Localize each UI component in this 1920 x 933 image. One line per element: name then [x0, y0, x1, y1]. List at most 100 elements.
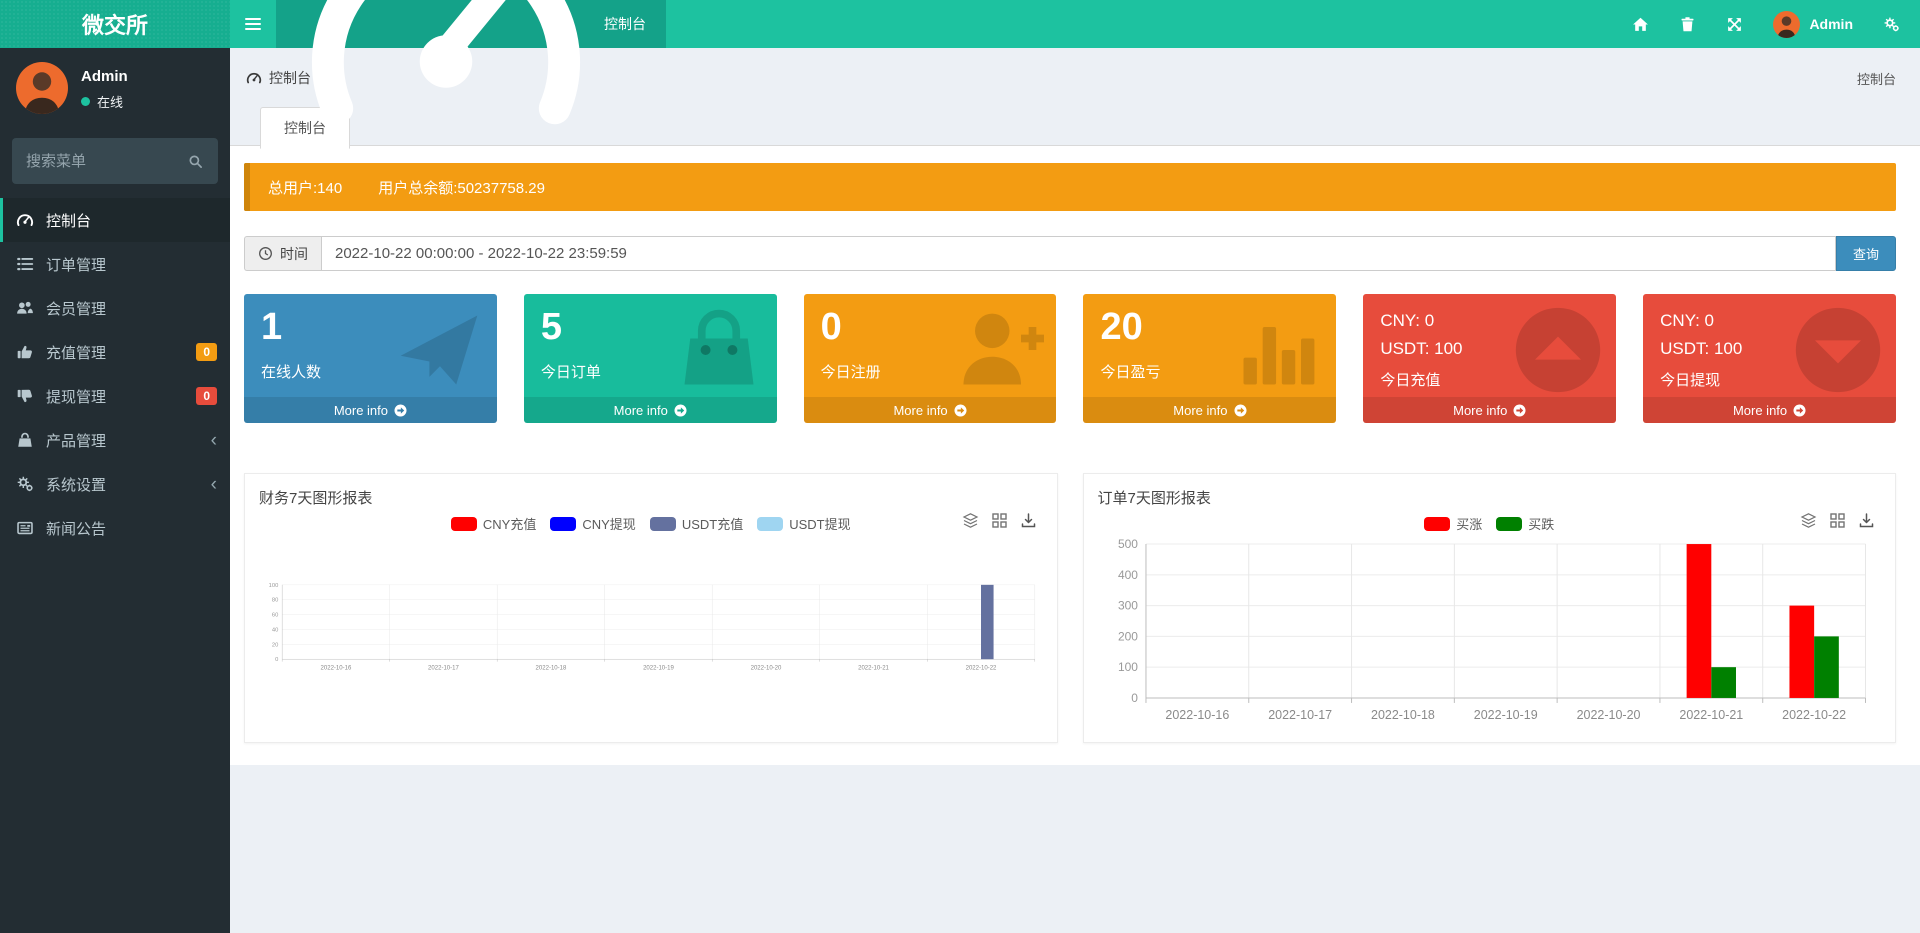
svg-text:100: 100	[1117, 660, 1137, 674]
sidebar-item-label: 会员管理	[46, 298, 106, 319]
hamburger-icon	[245, 15, 261, 33]
clock-icon	[258, 246, 273, 261]
svg-text:2022-10-20: 2022-10-20	[1576, 708, 1640, 722]
app-logo[interactable]: 微交所	[0, 0, 230, 48]
info-box-今日盈亏: 20 今日盈亏 More info	[1083, 294, 1336, 423]
sidebar-item-系统设置[interactable]: 系统设置‹	[0, 462, 230, 506]
info-box-value: 20	[1100, 307, 1319, 349]
search-icon	[188, 154, 208, 169]
svg-text:2022-10-16: 2022-10-16	[321, 665, 352, 671]
bag-icon	[16, 431, 34, 449]
chart-plot: 01002003004005002022-10-162022-10-172022…	[1098, 512, 1882, 734]
sidebar-item-产品管理[interactable]: 产品管理‹	[0, 418, 230, 462]
svg-text:2022-10-18: 2022-10-18	[536, 665, 567, 671]
arrow-circle-right-icon	[1793, 404, 1806, 417]
more-info-link[interactable]: More info	[804, 397, 1057, 423]
sidebar-item-充值管理[interactable]: 充值管理0	[0, 330, 230, 374]
sidebar-item-label: 充值管理	[46, 342, 106, 363]
chart-toolbox	[962, 512, 1037, 529]
magic-type-icon[interactable]	[962, 512, 979, 529]
sidebar-item-会员管理[interactable]: 会员管理	[0, 286, 230, 330]
legend-item-买跌[interactable]: 买跌	[1496, 514, 1554, 533]
more-info-link[interactable]: More info	[1083, 397, 1336, 423]
chart-legend: CNY充值 CNY提现 USDT充值 USDT提现	[259, 514, 1043, 533]
more-info-link[interactable]: More info	[1363, 397, 1616, 423]
sidebar-item-label: 控制台	[46, 210, 91, 231]
topbar-actions: Admin	[1632, 0, 1920, 48]
info-box-今日提现: CNY: 0USDT: 100今日提现More info	[1643, 294, 1896, 423]
chevron-left-icon: ‹	[211, 475, 217, 494]
svg-text:500: 500	[1117, 537, 1137, 551]
legend-item-买涨[interactable]: 买涨	[1424, 514, 1482, 533]
thumbs-up-icon	[16, 343, 34, 361]
download-icon[interactable]	[1020, 512, 1037, 529]
download-icon[interactable]	[1858, 512, 1875, 529]
svg-text:2022-10-17: 2022-10-17	[428, 665, 459, 671]
sidebar-item-badge: 0	[196, 387, 217, 405]
svg-text:2022-10-19: 2022-10-19	[643, 665, 674, 671]
user-menu[interactable]: Admin	[1773, 11, 1853, 38]
svg-text:2022-10-17: 2022-10-17	[1268, 708, 1332, 722]
data-view-icon[interactable]	[991, 512, 1008, 529]
info-box-line: USDT: 100	[1660, 335, 1879, 363]
navbar-tab-label: 控制台	[604, 14, 646, 34]
more-info-link[interactable]: More info	[244, 397, 497, 423]
legend-swatch	[1424, 517, 1450, 531]
info-box-line: CNY: 0	[1660, 307, 1879, 335]
svg-text:2022-10-20: 2022-10-20	[751, 665, 782, 671]
arrow-circle-right-icon	[674, 404, 687, 417]
magic-type-icon[interactable]	[1800, 512, 1817, 529]
time-range-input[interactable]	[321, 236, 1836, 271]
search-button[interactable]	[182, 146, 214, 176]
info-box-label: 今日注册	[821, 361, 1040, 382]
list-icon	[16, 255, 34, 273]
info-box-label: 在线人数	[261, 361, 480, 382]
svg-text:200: 200	[1117, 629, 1137, 643]
gears-icon[interactable]	[1883, 16, 1900, 33]
query-button[interactable]: 查询	[1836, 236, 1896, 271]
sidebar: Admin 在线 控制台订单管理会员管理充值管理0提现管理0产品管理‹系统设置‹…	[0, 48, 230, 933]
more-info-link[interactable]: More info	[1643, 397, 1896, 423]
time-filter: 时间 查询	[244, 236, 1896, 271]
svg-text:2022-10-21: 2022-10-21	[1679, 708, 1743, 722]
sidebar-item-订单管理[interactable]: 订单管理	[0, 242, 230, 286]
svg-text:400: 400	[1117, 568, 1137, 582]
info-box-label: 今日充值	[1380, 369, 1599, 390]
main-content: 控制台 控制台 控制台 总用户:140 用户总余额:50237758.29 时间…	[230, 48, 1920, 933]
info-box-value: 5	[541, 307, 760, 349]
info-box-今日注册: 0今日注册More info	[804, 294, 1057, 423]
svg-text:0: 0	[275, 657, 278, 663]
sidebar-menu: 控制台订单管理会员管理充值管理0提现管理0产品管理‹系统设置‹新闻公告	[0, 198, 230, 550]
breadcrumb[interactable]: 控制台	[1857, 69, 1896, 88]
tab-content: 总用户:140 用户总余额:50237758.29 时间 查询 1在线人数Mor…	[230, 146, 1920, 765]
sidebar-item-提现管理[interactable]: 提现管理0	[0, 374, 230, 418]
arrow-circle-right-icon	[954, 404, 967, 417]
navbar-tab-dashboard[interactable]: 控制台	[276, 0, 666, 48]
avatar	[1773, 11, 1800, 38]
legend-item-USDT充值[interactable]: USDT充值	[650, 514, 743, 533]
legend-item-USDT提现[interactable]: USDT提现	[757, 514, 850, 533]
info-box-label: 今日盈亏	[1100, 361, 1319, 382]
arrow-circle-right-icon	[1513, 404, 1526, 417]
sidebar-toggle-button[interactable]	[230, 0, 276, 48]
chart-legend: 买涨买跌	[1098, 514, 1882, 533]
legend-item-CNY提现[interactable]: CNY提现	[550, 514, 635, 533]
sidebar-item-控制台[interactable]: 控制台	[0, 198, 230, 242]
svg-text:2022-10-19: 2022-10-19	[1473, 708, 1537, 722]
svg-text:2022-10-21: 2022-10-21	[858, 665, 889, 671]
more-info-link[interactable]: More info	[524, 397, 777, 423]
info-box-line: CNY: 0	[1380, 307, 1599, 335]
info-box-line: USDT: 100	[1380, 335, 1599, 363]
data-view-icon[interactable]	[1829, 512, 1846, 529]
expand-icon[interactable]	[1726, 16, 1743, 33]
legend-swatch	[451, 517, 477, 531]
gauge-icon	[296, 0, 596, 174]
legend-item-CNY充值[interactable]: CNY充值	[451, 514, 536, 533]
gauge-icon	[16, 211, 34, 229]
trash-icon[interactable]	[1679, 16, 1696, 33]
users-icon	[16, 299, 34, 317]
svg-text:2022-10-22: 2022-10-22	[966, 665, 997, 671]
sidebar-item-新闻公告[interactable]: 新闻公告	[0, 506, 230, 550]
home-icon[interactable]	[1632, 16, 1649, 33]
svg-text:80: 80	[272, 598, 278, 604]
